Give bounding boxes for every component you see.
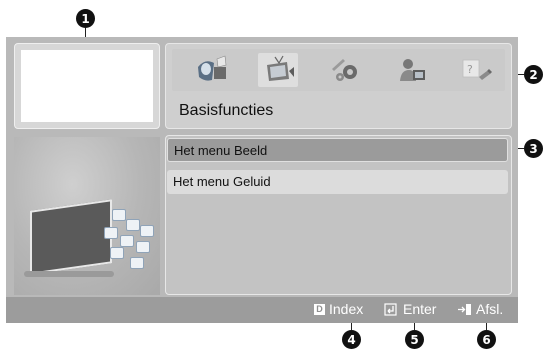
picture-menu-icon[interactable] (192, 53, 232, 87)
tv-illustration (30, 199, 112, 275)
bottom-hint-bar: D Index Enter Afsl. (6, 297, 518, 323)
svg-text:?: ? (467, 63, 473, 76)
callout-marker-5: 5 (405, 330, 424, 349)
support-icon[interactable] (392, 53, 432, 87)
exit-label: Afsl. (476, 301, 504, 317)
exit-hint[interactable]: Afsl. (457, 301, 503, 317)
floating-tile (130, 257, 144, 269)
menu-item-picture[interactable]: Het menu Beeld (167, 138, 508, 162)
decorative-tv-art (14, 137, 160, 295)
index-hint[interactable]: D Index (314, 301, 363, 317)
callout-marker-4: 4 (342, 330, 361, 349)
channel-preview-box (14, 43, 160, 129)
callout-marker-1: 1 (76, 9, 95, 28)
callout-marker-6: 6 (477, 330, 496, 349)
main-menu-panel: ? Basisfuncties (165, 43, 512, 129)
floating-tile (112, 209, 126, 221)
floating-tile (120, 235, 134, 247)
floating-tile (104, 227, 118, 239)
tv-channel-icon[interactable] (258, 53, 298, 87)
enter-label: Enter (403, 301, 437, 317)
preview-display (21, 50, 153, 122)
floating-tile (140, 225, 154, 237)
tv-stand-illustration (24, 271, 114, 277)
help-icon[interactable]: ? (456, 53, 496, 87)
tv-menu-screen: ? Basisfuncties Het menu Beeld Het menu … (6, 37, 518, 323)
enter-icon (384, 302, 397, 316)
enter-hint[interactable]: Enter (384, 301, 436, 317)
exit-icon (458, 303, 471, 315)
floating-tile (136, 241, 150, 253)
floating-tile (126, 219, 140, 231)
menu-item-sound[interactable]: Het menu Geluid (167, 170, 508, 194)
category-icon-bar: ? (172, 49, 505, 91)
menu-category-title: Basisfuncties (179, 102, 274, 119)
callout-marker-3: 3 (524, 139, 543, 158)
floating-tile (110, 247, 124, 259)
index-label: Index (329, 301, 364, 317)
callout-marker-2: 2 (524, 65, 543, 84)
d-key-icon: D (314, 303, 325, 315)
submenu-list: Het menu Beeld Het menu Geluid (165, 135, 512, 295)
setup-gears-icon[interactable] (326, 53, 366, 87)
